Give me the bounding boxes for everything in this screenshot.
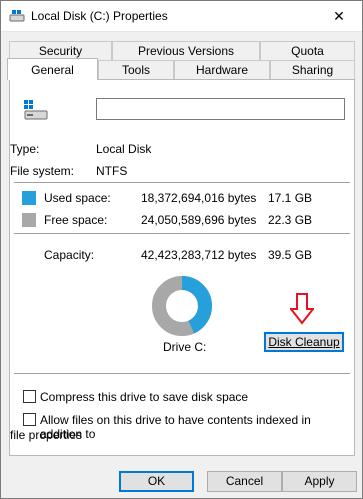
apply-button[interactable]: Apply [282,471,357,492]
window-title: Local Disk (C:) Properties [31,9,168,23]
used-space-size: 17.1 GB [268,191,313,205]
apply-label: Apply [304,474,335,488]
ok-label: OK [147,474,166,488]
free-space-bytes: 24,050,589,696 bytes [141,213,257,227]
cancel-label: Cancel [225,474,264,488]
tab-label: Sharing [291,63,334,77]
used-space-label: Used space: [44,191,111,205]
file-system-value: NTFS [96,164,128,178]
capacity-size: 39.5 GB [268,248,313,262]
used-space-bytes: 18,372,694,016 bytes [141,191,257,205]
cancel-button[interactable]: Cancel [207,471,282,492]
tab-label: Quota [291,44,324,58]
compress-checkbox[interactable] [23,390,36,403]
tab-hardware[interactable]: Hardware [174,60,270,79]
drive-large-icon [24,100,48,120]
divider [14,182,350,183]
drive-icon [9,10,25,22]
disk-cleanup-button[interactable]: Disk Cleanup [264,332,344,352]
tab-label: Tools [121,63,150,77]
index-checkbox[interactable] [23,413,36,426]
tab-quota[interactable]: Quota [260,41,355,60]
capacity-label: Capacity: [44,248,95,262]
tab-label: Previous Versions [137,44,235,58]
index-label-line1: Allow files on this drive to have conten… [40,413,311,441]
arrow-down-icon [290,293,314,325]
tab-label: Security [38,44,83,58]
file-system-label: File system: [10,164,75,178]
tab-label: Hardware [195,63,249,77]
index-label-line2: file properties [10,428,83,442]
drive-name-input[interactable] [96,98,345,120]
used-space-swatch [22,191,36,205]
free-space-label: Free space: [44,213,108,227]
free-space-size: 22.3 GB [268,213,313,227]
close-button[interactable]: ✕ [316,1,362,32]
free-space-swatch [22,213,36,227]
divider [14,233,350,234]
tab-previous-versions[interactable]: Previous Versions [112,41,260,60]
tab-tools[interactable]: Tools [98,60,174,79]
type-value: Local Disk [96,142,152,156]
type-label: Type: [10,142,40,156]
properties-window: Local Disk (C:) Properties ✕ Security Pr… [0,0,363,499]
usage-donut-chart [152,276,212,336]
tab-label: General [31,63,74,77]
tab-sharing[interactable]: Sharing [270,60,355,79]
ok-button[interactable]: OK [119,471,194,492]
drive-label: Drive C: [163,340,207,354]
general-panel: Type: Local Disk File system: NTFS Used … [9,79,355,456]
disk-cleanup-label: Disk Cleanup [268,335,340,349]
title-bar[interactable]: Local Disk (C:) Properties ✕ [1,1,362,32]
compress-label: Compress this drive to save disk space [40,390,249,404]
divider [14,373,350,374]
capacity-bytes: 42,423,283,712 bytes [141,248,257,262]
close-icon: ✕ [333,8,345,24]
tab-general[interactable]: General [7,58,98,80]
